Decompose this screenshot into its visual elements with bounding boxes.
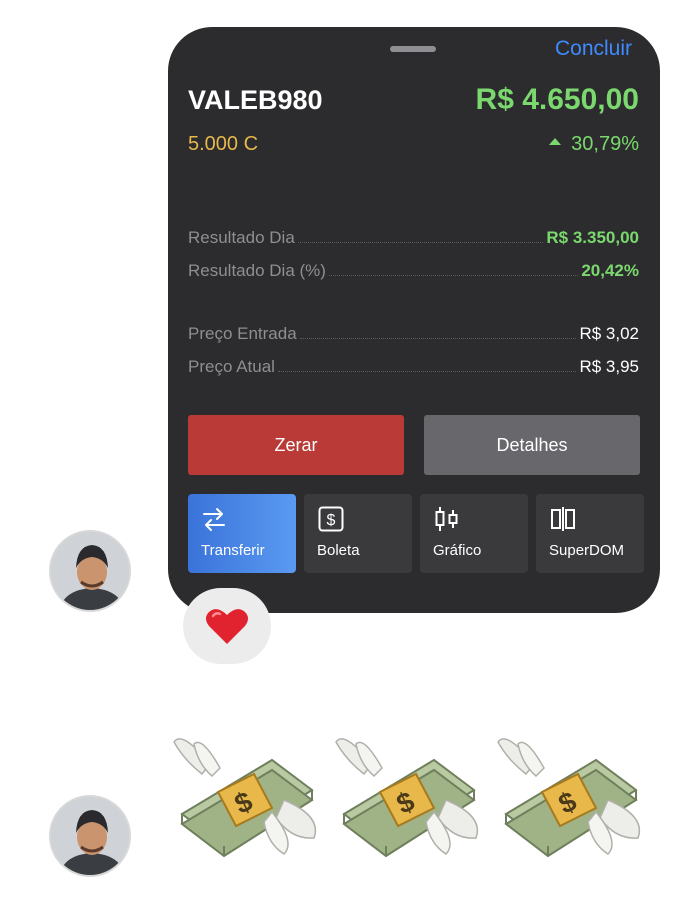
transfer-arrows-icon	[203, 508, 225, 531]
drag-handle[interactable]	[390, 46, 436, 52]
row-label: Resultado Dia	[188, 228, 295, 247]
heart-reaction[interactable]	[183, 588, 271, 664]
dotted-leader	[277, 371, 577, 372]
row-value: R$ 3,02	[579, 324, 639, 343]
dotted-leader	[299, 338, 577, 339]
money-with-wings-icon: $	[173, 738, 317, 858]
dotted-leader	[328, 275, 579, 276]
candlestick-chart-icon	[435, 507, 458, 531]
details-button[interactable]: Detalhes	[424, 415, 640, 475]
price-change-value: 30,79%	[571, 133, 639, 155]
done-button[interactable]: Concluir	[555, 37, 632, 61]
dollar-box-icon: $	[318, 506, 344, 532]
tool-transferir[interactable]: Transferir	[188, 494, 296, 573]
ticker-symbol: VALEB980	[188, 85, 323, 115]
position-price: R$ 4.650,00	[475, 83, 639, 116]
position-quantity: 5.000 C	[188, 133, 259, 155]
row-value: R$ 3,95	[579, 357, 639, 376]
row-preco-entrada: Preço Entrada R$ 3,02	[188, 318, 639, 344]
tool-superdom[interactable]: SuperDOM	[536, 494, 644, 573]
row-value: R$ 3.350,00	[546, 228, 639, 247]
price-change: 30,79%	[549, 133, 639, 156]
avatar[interactable]	[49, 530, 131, 612]
row-value: 20,42%	[581, 261, 639, 280]
row-preco-atual: Preço Atual R$ 3,95	[188, 351, 639, 377]
avatar[interactable]	[49, 795, 131, 877]
heart-icon	[206, 609, 248, 644]
superdom-bars-icon	[551, 507, 575, 531]
user-photo	[51, 532, 129, 610]
dotted-leader	[297, 242, 544, 243]
tool-label: Transferir	[201, 542, 265, 559]
row-label: Preço Atual	[188, 357, 275, 376]
up-arrow-icon	[549, 138, 562, 146]
tool-boleta[interactable]: $ Boleta	[304, 494, 412, 573]
money-with-wings-icon: $	[335, 738, 479, 858]
tool-label: Gráfico	[433, 542, 482, 559]
row-resultado-dia: Resultado Dia R$ 3.350,00	[188, 222, 639, 248]
tool-grafico[interactable]: Gráfico	[420, 494, 528, 573]
row-label: Preço Entrada	[188, 324, 297, 343]
tool-label: Boleta	[317, 542, 360, 559]
position-card: Concluir VALEB980 R$ 4.650,00 5.000 C 30…	[168, 27, 660, 613]
zero-position-button[interactable]: Zerar	[188, 415, 404, 475]
money-with-wings-icon: $	[497, 738, 641, 858]
svg-text:$: $	[327, 512, 336, 529]
row-resultado-dia-pct: Resultado Dia (%) 20,42%	[188, 255, 639, 281]
tool-label: SuperDOM	[549, 542, 625, 559]
row-label: Resultado Dia (%)	[188, 261, 326, 280]
user-photo	[51, 797, 129, 875]
